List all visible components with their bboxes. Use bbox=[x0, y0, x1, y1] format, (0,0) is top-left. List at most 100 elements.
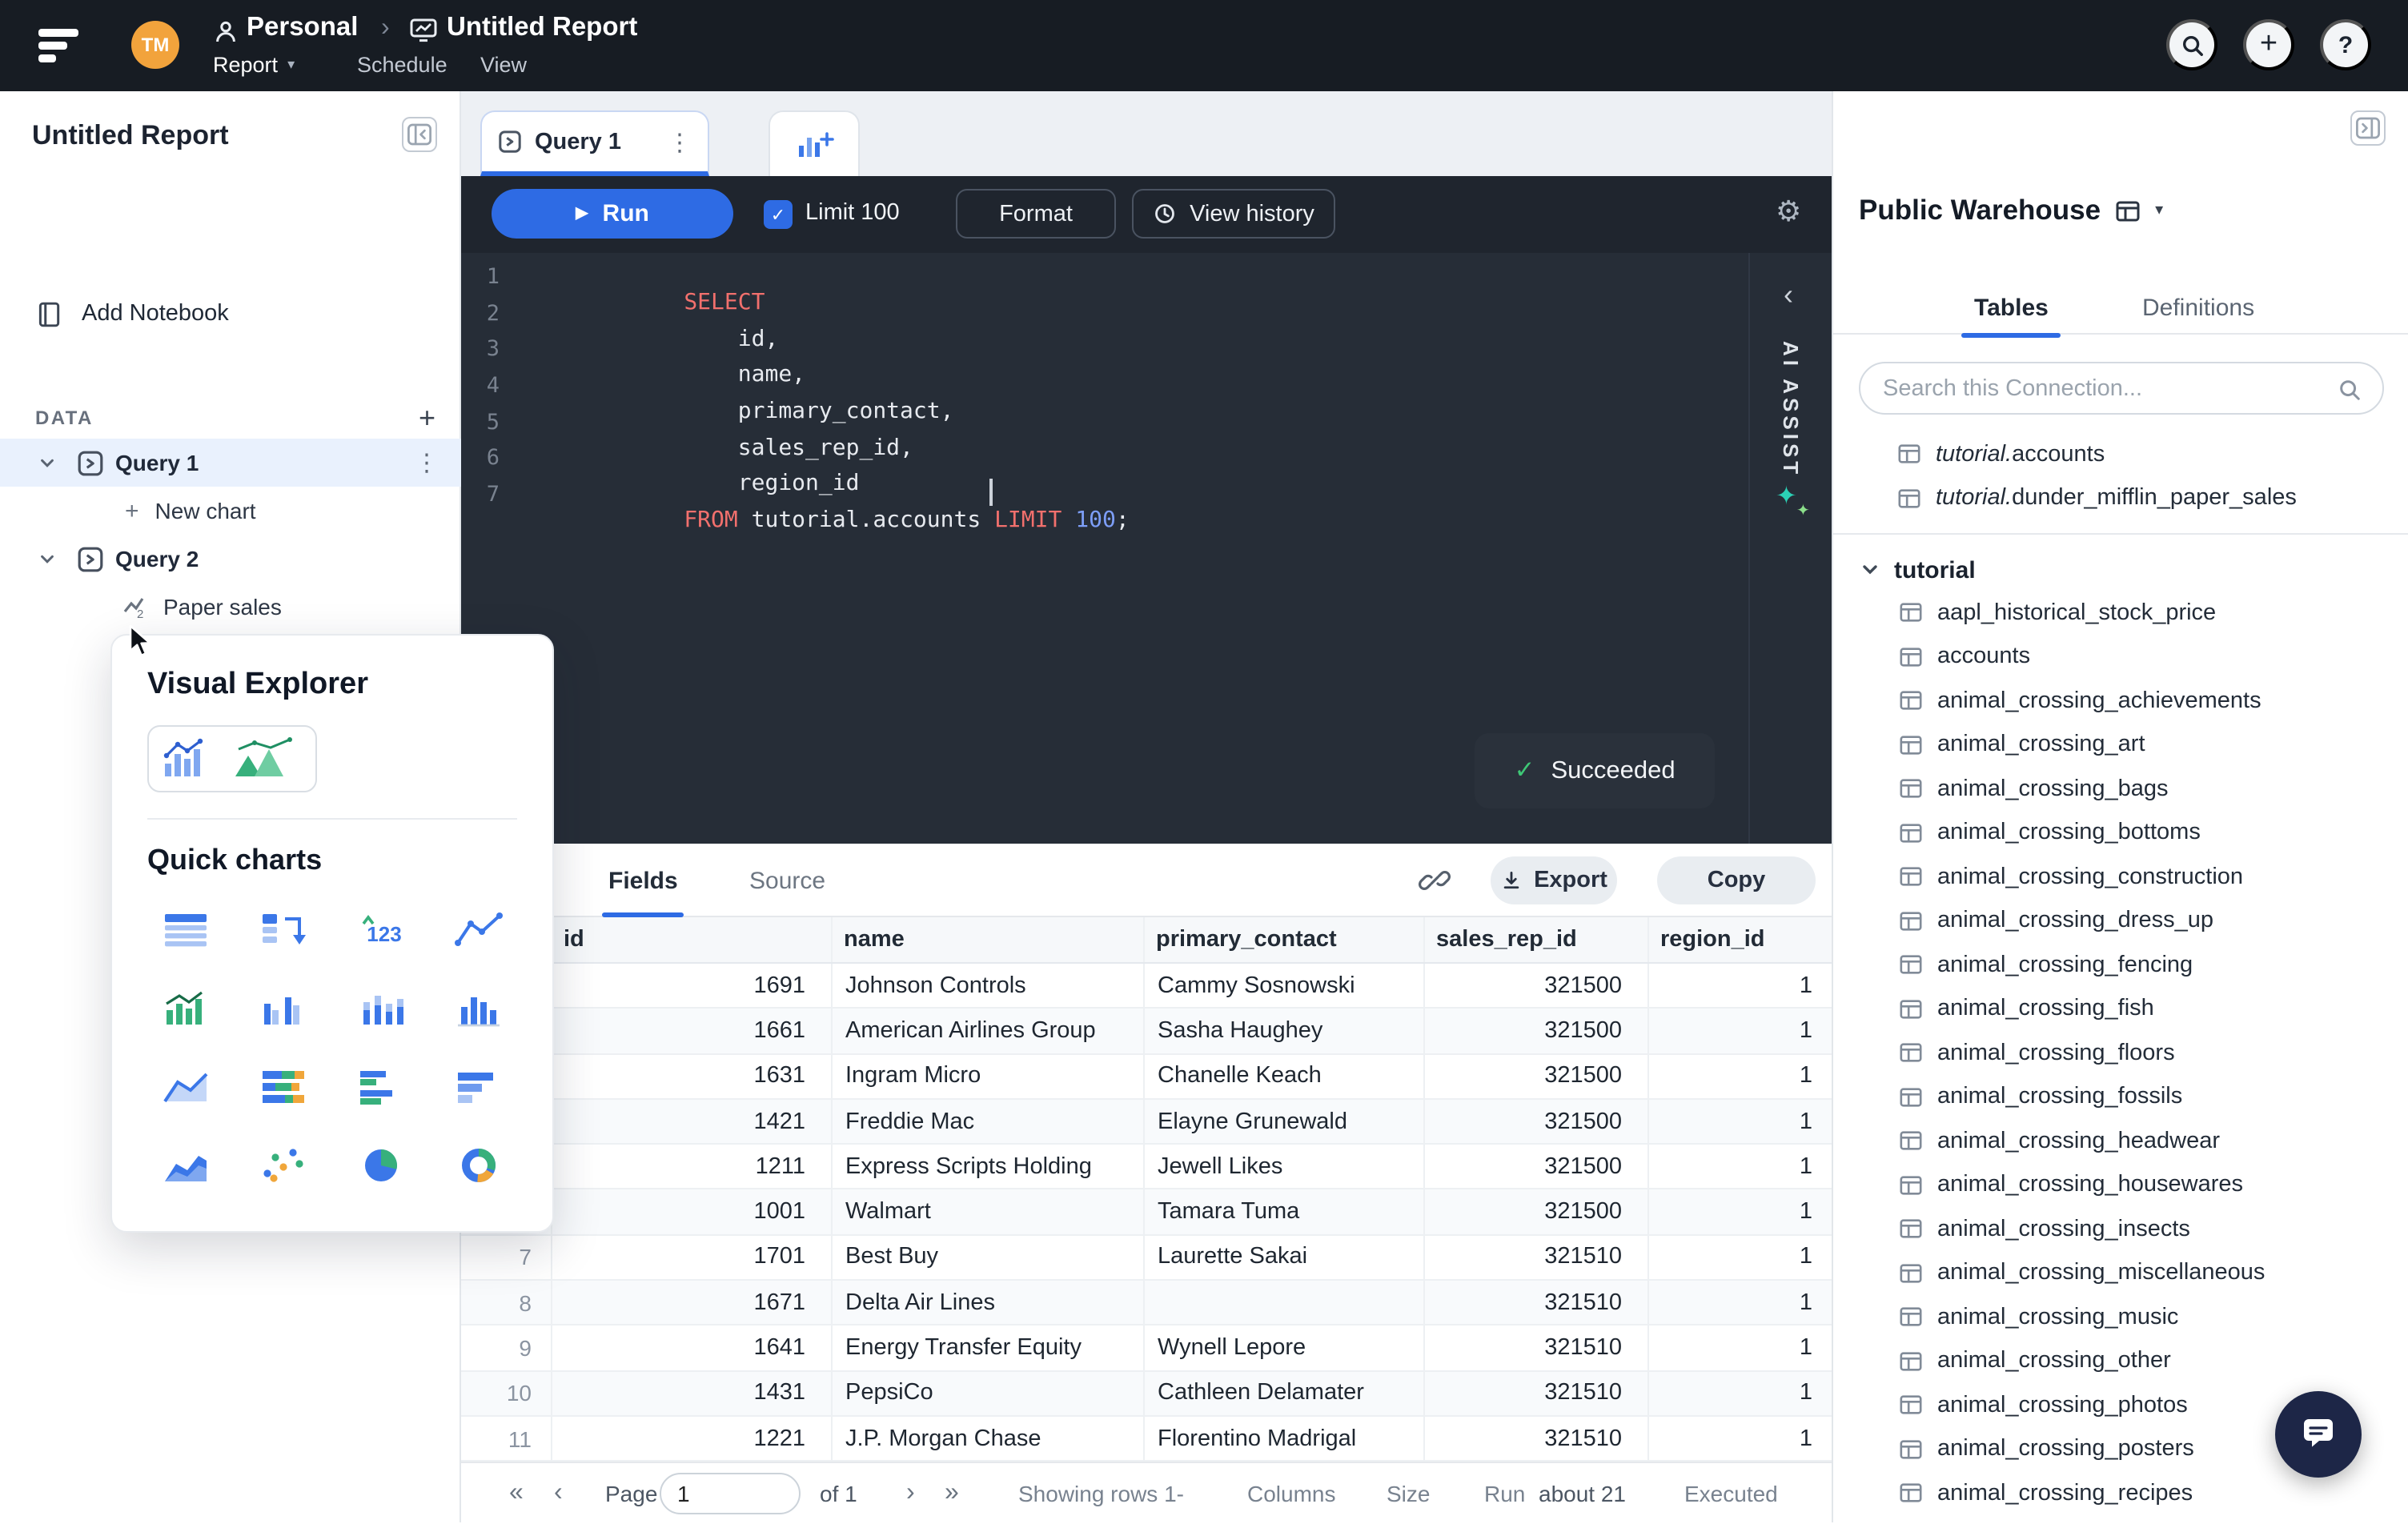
quick-chart-line-icon[interactable] bbox=[440, 898, 516, 961]
table-row[interactable]: 4 1421 Freddie Mac Elayne Grunewald 3215… bbox=[461, 1099, 1832, 1145]
help-button[interactable]: ? bbox=[2320, 19, 2371, 70]
chevron-down-icon[interactable] bbox=[38, 454, 56, 471]
table-list-item[interactable]: animal_crossing_other bbox=[1899, 1339, 2402, 1383]
table-row[interactable]: 8 1671 Delta Air Lines 321510 1 bbox=[461, 1281, 1832, 1326]
add-notebook-button[interactable]: Add Notebook bbox=[0, 287, 461, 341]
mode-logo-icon[interactable] bbox=[38, 27, 82, 64]
table-list-item[interactable]: animal_crossing_insects bbox=[1899, 1207, 2402, 1251]
format-button[interactable]: Format bbox=[956, 189, 1116, 239]
table-list-item[interactable]: animal_crossing_recipes bbox=[1899, 1471, 2402, 1515]
prev-page-button[interactable]: ‹ bbox=[554, 1463, 563, 1524]
column-header-name[interactable]: name bbox=[833, 917, 1145, 962]
nav-view[interactable]: View bbox=[480, 53, 527, 77]
table-row[interactable]: 7 1701 Best Buy Laurette Sakai 321510 1 bbox=[461, 1235, 1832, 1281]
quick-chart-grouped-bar-icon[interactable] bbox=[343, 1055, 418, 1117]
schema-group-tutorial[interactable]: tutorial bbox=[1860, 549, 1976, 591]
recent-table-item[interactable]: tutorial.dunder_mifflin_paper_sales bbox=[1897, 476, 2395, 520]
quick-chart-column-line-icon[interactable] bbox=[147, 977, 223, 1039]
table-row[interactable]: 6 1001 Walmart Tamara Tuma 321500 1 bbox=[461, 1189, 1832, 1236]
quick-chart-big-number-icon[interactable]: 123 bbox=[343, 898, 418, 961]
tab-source[interactable]: Source bbox=[749, 844, 825, 917]
table-list-item[interactable]: animal_crossing_floors bbox=[1899, 1031, 2402, 1075]
expand-panel-icon[interactable] bbox=[2350, 110, 2386, 146]
quick-chart-stacked-bar-icon[interactable] bbox=[245, 1055, 320, 1117]
table-list-item[interactable]: animal_crossing_bottoms bbox=[1899, 811, 2402, 855]
table-row[interactable]: 11 1221 J.P. Morgan Chase Florentino Mad… bbox=[461, 1416, 1832, 1462]
table-row[interactable]: 1 1691 Johnson Controls Cammy Sosnowski … bbox=[461, 964, 1832, 1009]
quick-chart-donut-icon[interactable] bbox=[440, 1133, 516, 1196]
quick-chart-bar-icon[interactable] bbox=[440, 1055, 516, 1117]
quick-chart-grouped-column-icon[interactable] bbox=[245, 977, 320, 1039]
tab-definitions[interactable]: Definitions bbox=[2142, 280, 2254, 335]
ai-assist-panel[interactable]: ‹ AI ASSIST ✦ ✦ bbox=[1748, 253, 1832, 844]
quick-chart-area-icon[interactable] bbox=[147, 1133, 223, 1196]
breadcrumb-workspace[interactable]: Personal bbox=[247, 13, 358, 43]
add-chart-tab[interactable] bbox=[769, 110, 860, 176]
chevron-left-icon[interactable]: ‹ bbox=[1784, 279, 1793, 312]
sidebar-item-query2[interactable]: Query 2 bbox=[0, 535, 461, 583]
gear-icon[interactable]: ⚙ bbox=[1776, 195, 1801, 229]
table-row[interactable]: 5 1211 Express Scripts Holding Jewell Li… bbox=[461, 1145, 1832, 1190]
code-area[interactable]: 1 SELECT 2 id, 3 name, 4 primary_contact… bbox=[461, 259, 1748, 533]
table-list-item[interactable]: animal_crossing_housewares bbox=[1899, 1163, 2402, 1207]
first-page-button[interactable]: « bbox=[509, 1463, 524, 1524]
table-list-item[interactable]: accounts bbox=[1899, 635, 2402, 679]
nav-schedule[interactable]: Schedule bbox=[357, 53, 447, 77]
quick-chart-column-icon[interactable] bbox=[440, 977, 516, 1039]
link-icon[interactable] bbox=[1419, 864, 1451, 896]
next-page-button[interactable]: › bbox=[906, 1463, 915, 1524]
table-list-item[interactable]: animal_crossing_miscellaneous bbox=[1899, 1251, 2402, 1295]
table-list-item[interactable]: animal_crossing_fish bbox=[1899, 987, 2402, 1031]
nav-report-menu[interactable]: Report ▾ bbox=[213, 53, 295, 77]
user-avatar[interactable]: TM bbox=[131, 21, 179, 69]
run-button[interactable]: ▶ Run bbox=[492, 189, 733, 239]
size-link[interactable]: Size bbox=[1387, 1463, 1430, 1524]
quick-chart-area-line-icon[interactable] bbox=[147, 1055, 223, 1117]
table-list-item[interactable]: animal_crossing_achievements bbox=[1899, 679, 2402, 723]
sql-editor[interactable]: 1 SELECT 2 id, 3 name, 4 primary_contact… bbox=[461, 253, 1832, 844]
support-chat-button[interactable] bbox=[2275, 1391, 2362, 1478]
add-button[interactable]: + bbox=[2243, 19, 2294, 70]
tab-tables[interactable]: Tables bbox=[1961, 280, 2062, 338]
column-header-primary-contact[interactable]: primary_contact bbox=[1145, 917, 1425, 962]
table-list-item[interactable]: animal_crossing_headwear bbox=[1899, 1119, 2402, 1163]
view-history-button[interactable]: View history bbox=[1132, 189, 1335, 239]
page-input[interactable] bbox=[660, 1473, 801, 1514]
search-button[interactable] bbox=[2166, 19, 2217, 70]
table-row[interactable]: 10 1431 PepsiCo Cathleen Delamater 32151… bbox=[461, 1371, 1832, 1417]
query1-new-chart-button[interactable]: + New chart bbox=[0, 487, 461, 535]
quick-chart-pie-icon[interactable] bbox=[343, 1133, 418, 1196]
table-list-item[interactable]: animal_crossing_music bbox=[1899, 1295, 2402, 1339]
last-page-button[interactable]: » bbox=[945, 1463, 959, 1524]
recent-table-item[interactable]: tutorial.accounts bbox=[1897, 432, 2395, 476]
column-header-sales-rep-id[interactable]: sales_rep_id bbox=[1425, 917, 1649, 962]
sidebar-item-paper-sales[interactable]: 2 Paper sales bbox=[0, 583, 461, 631]
columns-link[interactable]: Columns bbox=[1247, 1463, 1336, 1524]
export-button[interactable]: Export bbox=[1491, 856, 1617, 904]
tab-kebab-menu-icon[interactable]: ⋮ bbox=[668, 127, 692, 156]
table-list-item[interactable]: animal_crossing_bags bbox=[1899, 767, 2402, 811]
table-row[interactable]: 9 1641 Energy Transfer Equity Wynell Lep… bbox=[461, 1325, 1832, 1372]
column-header-id[interactable]: id bbox=[552, 917, 833, 962]
table-list-item[interactable]: aapl_historical_stock_price bbox=[1899, 591, 2402, 635]
quick-chart-table-icon[interactable] bbox=[147, 898, 223, 961]
quick-chart-scatter-icon[interactable] bbox=[245, 1133, 320, 1196]
connection-search[interactable] bbox=[1859, 362, 2384, 415]
copy-button[interactable]: Copy bbox=[1657, 856, 1816, 904]
visual-explorer-thumbnail[interactable] bbox=[147, 725, 317, 792]
limit-checkbox[interactable]: ✓ bbox=[764, 200, 793, 229]
connection-selector[interactable]: Public Warehouse ▾ bbox=[1859, 194, 2163, 227]
column-header-region-id[interactable]: region_id bbox=[1649, 917, 1832, 962]
kebab-menu-icon[interactable]: ⋮ bbox=[415, 448, 439, 477]
limit-label[interactable]: Limit 100 bbox=[805, 200, 900, 226]
tab-query1[interactable]: Query 1 ⋮ bbox=[480, 110, 709, 176]
table-list-item[interactable]: animal_crossing_fencing bbox=[1899, 943, 2402, 987]
collapse-sidebar-icon[interactable] bbox=[402, 117, 437, 152]
chevron-down-icon[interactable] bbox=[38, 550, 56, 567]
sidebar-item-query1[interactable]: Query 1 ⋮ bbox=[0, 439, 461, 487]
quick-chart-pivot-icon[interactable] bbox=[245, 898, 320, 961]
add-data-icon[interactable]: + bbox=[419, 401, 435, 435]
table-row[interactable]: 3 1631 Ingram Micro Chanelle Keach 32150… bbox=[461, 1054, 1832, 1100]
tab-fields[interactable]: Fields bbox=[601, 844, 685, 917]
table-list-item[interactable]: animal_crossing_art bbox=[1899, 723, 2402, 767]
